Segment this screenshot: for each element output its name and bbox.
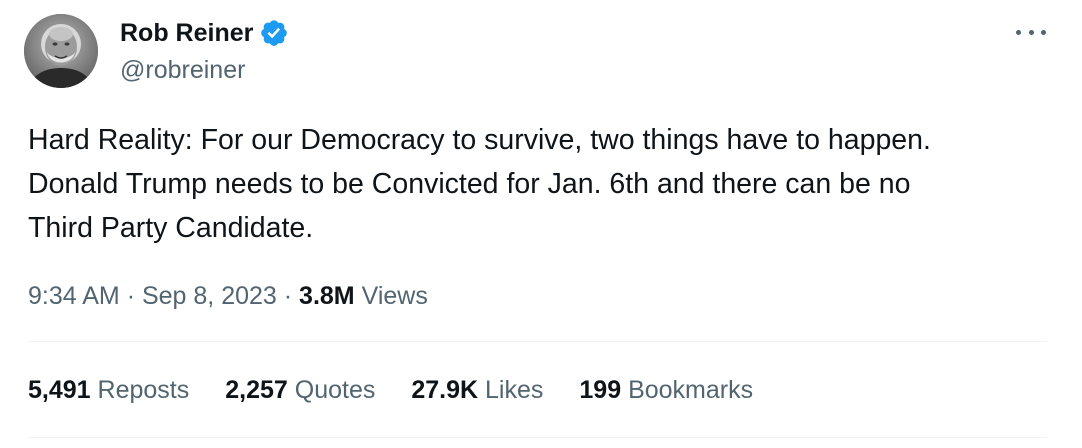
views-label: Views — [361, 282, 428, 310]
reposts-count: 5,491 — [28, 376, 91, 404]
more-options-icon[interactable] — [1016, 22, 1046, 42]
reposts-stat[interactable]: 5,491 Reposts — [28, 372, 189, 408]
bookmarks-label: Bookmarks — [628, 376, 754, 404]
meta-separator: · — [126, 282, 136, 310]
bookmarks-stat[interactable]: 199 Bookmarks — [579, 372, 753, 408]
tweet-meta: 9:34 AM · Sep 8, 2023 · 3.8M Views — [28, 278, 428, 314]
tweet-date[interactable]: Sep 8, 2023 — [142, 282, 277, 310]
engagement-stats: 5,491 Reposts 2,257 Quotes 27.9K Likes 1… — [28, 372, 789, 408]
author-name-row: Rob Reiner — [120, 16, 289, 50]
verified-badge-icon[interactable] — [259, 18, 289, 48]
likes-label: Likes — [485, 376, 544, 404]
meta-separator: · — [283, 282, 293, 310]
dot — [1041, 29, 1046, 35]
divider — [28, 437, 1046, 438]
quotes-label: Quotes — [294, 376, 376, 404]
bookmarks-count: 199 — [579, 376, 622, 404]
divider — [28, 341, 1046, 342]
reposts-label: Reposts — [97, 376, 190, 404]
tweet-text: Hard Reality: For our Democracy to survi… — [28, 124, 931, 244]
likes-stat[interactable]: 27.9K Likes — [411, 372, 543, 408]
avatar[interactable] — [24, 14, 98, 88]
quotes-stat[interactable]: 2,257 Quotes — [225, 372, 375, 408]
tweet-card: Rob Reiner @robreiner Hard Reality: For … — [0, 0, 1082, 448]
author-handle[interactable]: @robreiner — [120, 54, 245, 86]
tweet-time[interactable]: 9:34 AM — [28, 282, 120, 310]
dot — [1016, 29, 1021, 35]
author-display-name[interactable]: Rob Reiner — [120, 16, 253, 50]
profile-photo-icon — [24, 14, 98, 88]
likes-count: 27.9K — [411, 376, 479, 404]
dot — [1028, 29, 1034, 35]
views-count: 3.8M — [299, 282, 355, 310]
quotes-count: 2,257 — [225, 376, 288, 404]
